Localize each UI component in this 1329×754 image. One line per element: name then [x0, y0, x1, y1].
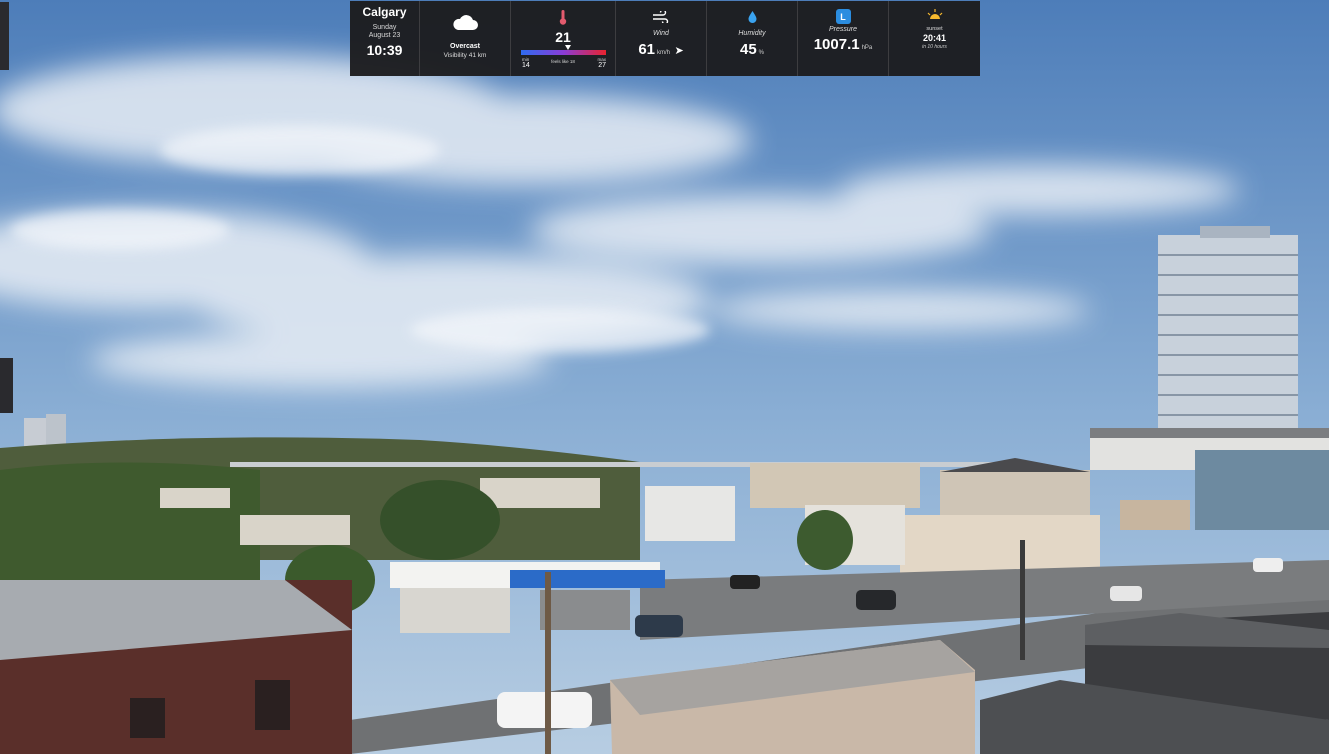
humidity-reading: 45% [707, 41, 797, 59]
clock-time: 10:39 [366, 42, 403, 58]
humidity-unit: % [758, 50, 765, 56]
thermometer-icon [559, 10, 567, 25]
date-label: August 23 [368, 32, 401, 39]
sunset-panel: sunset 20:41 in 10 hours [889, 1, 980, 76]
high-rise-tower [1158, 226, 1298, 431]
pressure-label: Pressure [828, 26, 857, 33]
wind-value: 61 [638, 41, 655, 58]
webcam-view [0, 0, 1329, 754]
arrow-right-icon: ➤ [674, 45, 684, 57]
wind-icon [653, 9, 669, 25]
temperature-panel: 21 min 14 feels like 18 max 27 [511, 1, 616, 76]
location-panel: Calgary Sunday August 23 10:39 [350, 1, 420, 76]
visibility-label: Visibility 41 km [443, 52, 487, 59]
temperature-bar [521, 50, 606, 55]
current-temp-marker-icon [565, 45, 571, 50]
wind-label: Wind [653, 30, 669, 37]
wind-unit: km/h [657, 50, 671, 56]
pressure-panel: L Pressure 1007.1 hPa [798, 1, 889, 76]
sunset-icon [927, 9, 942, 19]
sunset-time: 20:41 [922, 33, 947, 43]
pressure-value: 1007.1 [813, 36, 860, 53]
pressure-unit: hPa [861, 45, 873, 51]
sunset-label: sunset [926, 26, 943, 32]
city-name: Calgary [362, 5, 407, 19]
humidity-panel: Humidity 45% [707, 1, 798, 76]
max-value: 27 [598, 62, 606, 69]
pressure-reading: 1007.1 hPa [798, 36, 888, 54]
humidity-value: 45 [739, 41, 757, 58]
sunset-relative: in 10 hours [922, 44, 947, 50]
wind-panel: Wind 61 km/h ➤ [616, 1, 707, 76]
condition-label: Overcast [450, 43, 480, 50]
wind-reading: 61 km/h ➤ [616, 41, 706, 59]
humidity-label: Humidity [738, 30, 766, 37]
condition-panel: Overcast Visibility 41 km [420, 1, 511, 76]
cloud-icon [453, 15, 478, 30]
temperature-value: 21 [555, 29, 571, 45]
pressure-badge-icon: L [835, 9, 851, 24]
droplet-icon [748, 11, 756, 23]
pressure-badge-letter: L [840, 11, 846, 22]
day-label: Sunday [372, 24, 397, 31]
weather-overlay: Calgary Sunday August 23 10:39 Overcast … [350, 1, 980, 76]
